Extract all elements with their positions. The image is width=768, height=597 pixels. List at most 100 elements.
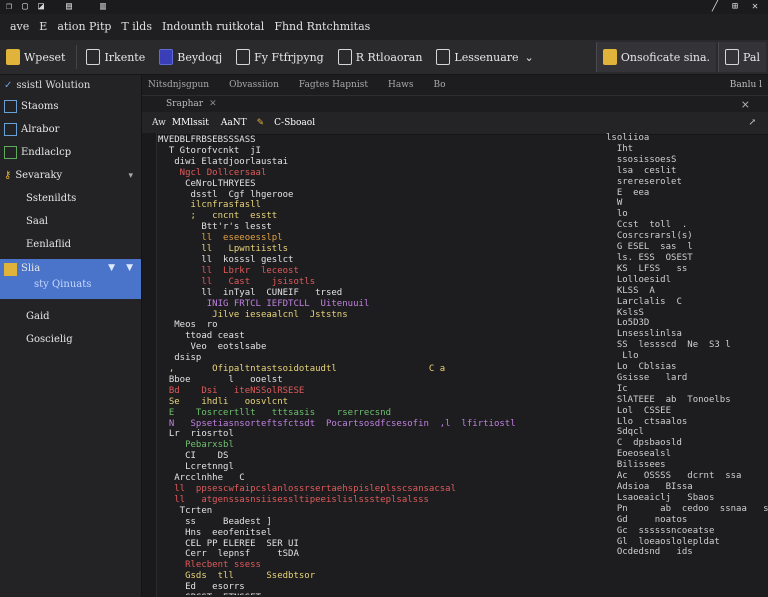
code-line[interactable]: Gl loeaoslolepldat xyxy=(606,537,768,548)
code-line[interactable]: Lo Cblsias xyxy=(606,362,768,373)
code-line[interactable]: KLSS A xyxy=(606,286,768,297)
chevron-down-icon[interactable]: ▼ xyxy=(108,263,115,273)
code-line[interactable]: ll Lpwntiistls xyxy=(158,244,578,255)
code-line[interactable]: Ed esorrs xyxy=(158,582,578,593)
code-line[interactable]: Lcretnngl xyxy=(158,462,578,473)
menu-item-analysis[interactable]: Indounth ruitkotal xyxy=(162,20,264,33)
code-line[interactable]: Eoeosealsl xyxy=(606,449,768,460)
code-line[interactable]: Lo5D3D xyxy=(606,318,768,329)
code-line[interactable]: ilcnfrasfasll xyxy=(158,200,578,211)
code-line[interactable]: E eea xyxy=(606,188,768,199)
code-line[interactable]: CEL PP ELEREE SER UI xyxy=(158,539,578,550)
code-line[interactable]: Hns eeofenitsel xyxy=(158,528,578,539)
code-line[interactable]: Ic xyxy=(606,384,768,395)
breadcrumb-item[interactable]: AaNT xyxy=(221,118,247,128)
code-line[interactable]: Lol CSSEE xyxy=(606,406,768,417)
sidebar-item-goscielig[interactable]: Goscielig xyxy=(0,328,141,351)
code-line[interactable]: Adsioa BIssa xyxy=(606,482,768,493)
code-line[interactable]: ll atgenssasnsiisessltipeeislislssstepls… xyxy=(158,495,578,506)
toolbar-certificate-button[interactable]: Onsoficate sina. xyxy=(595,42,717,72)
code-line[interactable]: ll kosssl geslct xyxy=(158,255,578,266)
code-line[interactable]: lo xyxy=(606,209,768,220)
chevron-down-icon[interactable]: ▼ xyxy=(126,263,133,273)
code-line[interactable]: SlATEEE ab Tonoelbs xyxy=(606,395,768,406)
code-line[interactable]: Bilissees xyxy=(606,460,768,471)
code-line[interactable]: Gd noatos xyxy=(606,515,768,526)
code-line[interactable]: C dpsbaosld xyxy=(606,438,768,449)
toolbar-reload-button[interactable]: R Rtloaoran xyxy=(332,42,429,72)
grid-icon[interactable]: ▥ xyxy=(100,1,106,12)
file-subtab[interactable]: Sraphar ✕ × xyxy=(142,96,768,112)
toolbar-preset-button[interactable]: Wpeset xyxy=(0,42,71,72)
code-line[interactable]: Se ihdli oosvlcnt xyxy=(158,397,578,408)
toolbar-pal-button[interactable]: Pal xyxy=(718,42,766,72)
tab-navigation[interactable]: Nitsdnjsgpun xyxy=(148,80,209,90)
code-line[interactable]: W xyxy=(606,198,768,209)
sidebar-item-security[interactable]: ⚷ Sevaraky ▾ xyxy=(0,164,141,187)
tab-row-right-label[interactable]: Banlu l xyxy=(730,80,762,90)
code-line[interactable]: Gsisse lard xyxy=(606,373,768,384)
tab-features[interactable]: Fagtes Hapnist xyxy=(299,80,368,90)
code-line[interactable]: Larclalis C xyxy=(606,297,768,308)
code-line[interactable]: Ccst toll . xyxy=(606,220,768,231)
toolbar-content-button[interactable]: Irkente xyxy=(80,42,151,72)
pencil-icon[interactable]: ✎ xyxy=(257,118,265,128)
code-line[interactable]: ls. ESS OSEST xyxy=(606,253,768,264)
code-line[interactable]: Ac OSSSS dcrnt ssa xyxy=(606,471,768,482)
expand-icon[interactable]: ↗ xyxy=(748,118,756,128)
code-line[interactable]: Sdqcl xyxy=(606,427,768,438)
close-icon[interactable]: ✕ xyxy=(752,1,758,12)
code-line[interactable]: dsisp xyxy=(158,353,578,364)
tab-observation[interactable]: Obvassiion xyxy=(229,80,279,90)
sidebar-item-seal[interactable]: Saal xyxy=(0,210,141,233)
code-line[interactable]: KS LFSS ss xyxy=(606,264,768,275)
code-line[interactable]: Lolloesidl xyxy=(606,275,768,286)
toolbar-lessons-button[interactable]: Lessenuare ⌄ xyxy=(430,42,539,72)
code-line[interactable]: Lnsesslinlsa xyxy=(606,329,768,340)
code-line[interactable]: Jilve ieseaalcnl Jststns xyxy=(158,310,578,321)
code-line[interactable]: KslsS xyxy=(606,308,768,319)
code-line[interactable]: Lsaoeaiclj Sbaos xyxy=(606,493,768,504)
sidebar-item-labor[interactable]: Alrabor xyxy=(0,118,141,141)
code-line[interactable]: Rlecbent ssess xyxy=(158,560,578,571)
code-line[interactable]: Llo xyxy=(606,351,768,362)
sidebar-item-endpoint[interactable]: Endlaclcp xyxy=(0,141,141,164)
code-line[interactable]: Lr riosrtol xyxy=(158,429,578,440)
code-line[interactable]: Bboe l ooelst xyxy=(158,375,578,386)
tab-bo[interactable]: Bo xyxy=(434,80,446,90)
code-line[interactable]: ll inTyal CUNEIF trsed xyxy=(158,288,578,299)
close-tab-icon[interactable]: ✕ xyxy=(209,99,217,109)
toolbar-keyboard-button[interactable]: Beydoqj xyxy=(153,42,228,72)
menu-item-tools[interactable]: T ilds xyxy=(121,20,152,33)
code-line[interactable]: Gc ssssssncoeatse xyxy=(606,526,768,537)
code-line[interactable]: Tcrten xyxy=(158,506,578,517)
minimap-pane[interactable]: lsoliioa Iht ssosissoesS lsa ceslit srer… xyxy=(600,133,768,595)
code-line[interactable]: T Gtorofvcnkt jI xyxy=(158,146,578,157)
code-line[interactable]: ll eseeoesslpl xyxy=(158,233,578,244)
sidebar-item-settings[interactable]: Sstenildts xyxy=(0,187,141,210)
code-editor[interactable]: MVEDBLFRBSEBSSSASS T Gtorofvcnkt jI diwi… xyxy=(158,135,578,595)
code-line[interactable]: , Ofipaltntastsoidotaudtl C a xyxy=(158,364,578,375)
code-line[interactable]: CI DS xyxy=(158,451,578,462)
code-line[interactable]: Btt'r's lesst xyxy=(158,222,578,233)
breadcrumb-prefix[interactable]: Aw xyxy=(152,118,166,128)
code-line[interactable]: N Spsetiasnsorteftsfctsdt Pocartsosdfcse… xyxy=(158,419,578,430)
code-line[interactable]: Veo eotslsabe xyxy=(158,342,578,353)
maximize-icon[interactable]: ⊞ xyxy=(732,1,738,12)
code-line[interactable]: ll Cast jsisotls xyxy=(158,277,578,288)
code-line[interactable]: Gsds tll Ssedbtsor xyxy=(158,571,578,582)
code-line[interactable]: Iht xyxy=(606,144,768,155)
code-line[interactable]: E Tosrcertllt tttsasis rserrecsnd xyxy=(158,408,578,419)
chevron-down-icon[interactable]: ⌄ xyxy=(525,51,534,64)
code-line[interactable]: Cosrcsrarsl(s) xyxy=(606,231,768,242)
code-line[interactable]: Arcclnhhe C xyxy=(158,473,578,484)
menu-item-edit[interactable]: E xyxy=(39,20,47,33)
sidebar-item-grid[interactable]: Gaid xyxy=(0,305,141,328)
code-line[interactable]: G ESEL sas l xyxy=(606,242,768,253)
code-line[interactable]: lsa ceslit xyxy=(606,166,768,177)
breadcrumb-item[interactable]: MMlssit xyxy=(172,118,209,128)
code-line[interactable]: ll ppsescwfaipcslanlossrsertaehspislepls… xyxy=(158,484,578,495)
code-line[interactable]: ss Beadest ] xyxy=(158,517,578,528)
close-icon[interactable]: × xyxy=(741,98,750,111)
toolbar-typography-button[interactable]: Fy Ftfrjpyng xyxy=(230,42,330,72)
